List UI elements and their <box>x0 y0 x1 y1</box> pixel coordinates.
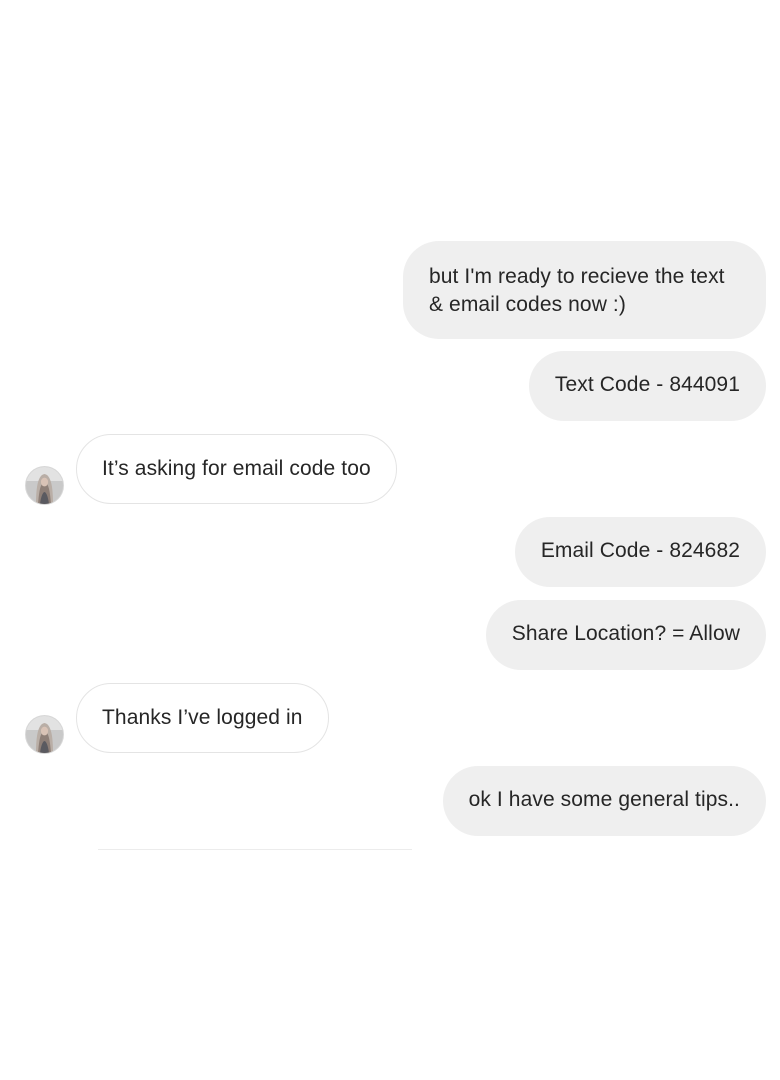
message-text: but I'm ready to recieve the text & emai… <box>429 265 725 316</box>
message-text: Share Location? = Allow <box>511 622 740 645</box>
message-text: Text Code - 844091 <box>554 373 740 396</box>
contact-avatar[interactable] <box>26 716 63 753</box>
sent-message-bubble[interactable]: Email Code - 824682 <box>514 517 766 587</box>
avatar-photo-icon <box>26 716 63 753</box>
sent-message-bubble[interactable]: Share Location? = Allow <box>485 600 766 670</box>
message-text: Email Code - 824682 <box>540 539 740 562</box>
message-text: ok I have some general tips.. <box>468 788 740 811</box>
sent-message-bubble[interactable]: but I'm ready to recieve the text & emai… <box>403 241 766 339</box>
message-text: Thanks I’ve logged in <box>102 706 303 729</box>
sent-message-bubble[interactable]: ok I have some general tips.. <box>442 766 766 836</box>
sent-message-bubble[interactable]: Text Code - 844091 <box>528 351 766 421</box>
avatar-photo-icon <box>26 467 63 504</box>
divider <box>98 849 412 850</box>
contact-avatar[interactable] <box>26 467 63 504</box>
received-message-bubble[interactable]: It’s asking for email code too <box>76 434 397 504</box>
received-message-bubble[interactable]: Thanks I’ve logged in <box>76 683 329 753</box>
message-text: It’s asking for email code too <box>102 457 371 480</box>
message-thread: but I'm ready to recieve the text & emai… <box>0 0 780 1080</box>
